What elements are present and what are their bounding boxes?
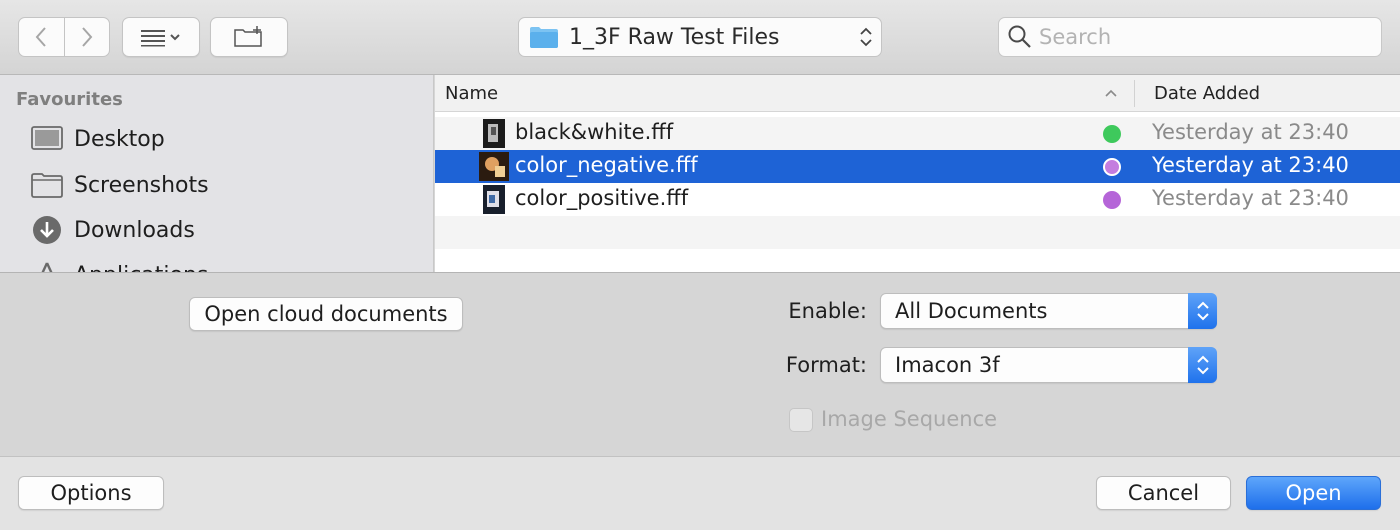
- column-name-header[interactable]: Name: [445, 83, 498, 104]
- file-date: Yesterday at 23:40: [1152, 186, 1349, 210]
- column-header: Name Date Added: [435, 75, 1400, 112]
- sidebar-item-label: Desktop: [74, 126, 165, 152]
- cancel-button[interactable]: Cancel: [1096, 476, 1231, 510]
- desktop-icon: [30, 124, 64, 154]
- empty-row: [435, 249, 1400, 272]
- enable-value: All Documents: [895, 299, 1048, 323]
- file-name: color_positive.fff: [515, 186, 689, 210]
- sidebar-item-downloads[interactable]: Downloads: [30, 212, 195, 248]
- downloads-icon: [30, 215, 64, 245]
- folder-icon: [30, 170, 64, 200]
- sidebar-item-label: Applications: [74, 263, 208, 273]
- location-label: 1_3F Raw Test Files: [569, 24, 780, 50]
- open-cloud-documents-button[interactable]: Open cloud documents: [189, 297, 463, 331]
- column-date-header[interactable]: Date Added: [1154, 83, 1260, 104]
- image-sequence-label: Image Sequence: [821, 407, 998, 431]
- view-options-button[interactable]: [122, 17, 200, 57]
- format-popup[interactable]: Imacon 3f: [880, 347, 1217, 383]
- search-icon: [1008, 25, 1031, 48]
- enable-label: Enable:: [788, 299, 867, 323]
- sidebar-item-applications[interactable]: Applications: [30, 257, 208, 272]
- sidebar-item-screenshots[interactable]: Screenshots: [30, 167, 209, 203]
- file-date: Yesterday at 23:40: [1152, 120, 1349, 144]
- file-thumbnail-icon: [479, 152, 509, 181]
- tag-dot: [1103, 191, 1121, 209]
- location-popup[interactable]: 1_3F Raw Test Files: [518, 17, 882, 57]
- new-folder-button[interactable]: [210, 17, 288, 57]
- file-thumbnail-icon: [483, 185, 505, 214]
- chevron-left-icon: [35, 27, 46, 47]
- format-value: Imacon 3f: [895, 353, 1000, 377]
- sidebar-item-label: Downloads: [74, 217, 195, 243]
- bottom-bar: Options Cancel Open: [0, 456, 1400, 530]
- sidebar-item-desktop[interactable]: Desktop: [30, 121, 165, 157]
- table-row[interactable]: black&white.fff Yesterday at 23:40: [435, 117, 1400, 150]
- file-date: Yesterday at 23:40: [1152, 153, 1349, 177]
- tag-dot: [1103, 158, 1121, 176]
- forward-button[interactable]: [63, 18, 110, 56]
- toolbar: 1_3F Raw Test Files: [0, 0, 1400, 75]
- chevron-up-icon: [1105, 89, 1117, 97]
- empty-row: [435, 216, 1400, 249]
- up-down-arrows-icon: [1188, 293, 1217, 329]
- table-row[interactable]: color_positive.fff Yesterday at 23:40: [435, 183, 1400, 216]
- image-sequence-checkbox[interactable]: [789, 408, 813, 432]
- sidebar-item-label: Screenshots: [74, 172, 209, 198]
- file-name: black&white.fff: [515, 120, 674, 144]
- column-divider[interactable]: [1134, 80, 1135, 107]
- sidebar: Favourites Desktop Screenshots Downloads…: [0, 75, 434, 272]
- open-button[interactable]: Open: [1246, 476, 1381, 510]
- enable-popup[interactable]: All Documents: [880, 293, 1217, 329]
- list-view-icon: [141, 30, 180, 47]
- nav-buttons: [18, 17, 110, 57]
- back-button[interactable]: [19, 18, 64, 56]
- new-folder-icon: [234, 26, 262, 47]
- format-label: Format:: [785, 353, 867, 377]
- file-list: Name Date Added black&white.fff Yesterda…: [435, 75, 1400, 272]
- accessory-panel: Open cloud documents Enable: All Documen…: [0, 272, 1400, 456]
- file-thumbnail-icon: [483, 119, 505, 148]
- chevron-right-icon: [82, 27, 93, 47]
- up-down-arrows-icon: [1188, 347, 1217, 383]
- table-row[interactable]: color_negative.fff Yesterday at 23:40: [435, 150, 1400, 183]
- search-field[interactable]: [998, 17, 1382, 57]
- search-input[interactable]: [1039, 25, 1359, 49]
- file-name: color_negative.fff: [515, 153, 698, 177]
- applications-icon: [30, 260, 64, 272]
- options-button[interactable]: Options: [18, 476, 164, 510]
- tag-dot: [1103, 125, 1121, 143]
- up-down-arrows-icon: [860, 27, 872, 47]
- sidebar-heading: Favourites: [16, 89, 123, 110]
- folder-icon: [530, 27, 558, 48]
